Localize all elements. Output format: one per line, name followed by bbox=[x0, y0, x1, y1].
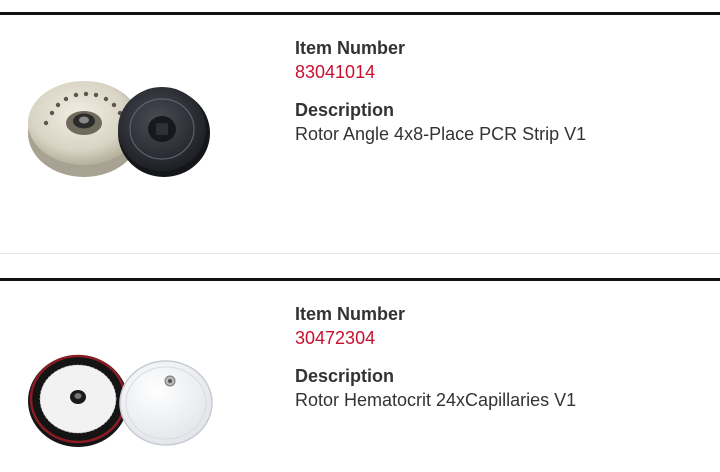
product-info: Item Number 83041014 Description Rotor A… bbox=[295, 36, 695, 146]
rotor-angle-image[interactable] bbox=[22, 65, 222, 185]
rotor-hematocrit-image[interactable] bbox=[22, 339, 222, 459]
product-card: Item Number 83041014 Description Rotor A… bbox=[0, 12, 720, 254]
rotor-angle-icon bbox=[28, 81, 210, 177]
description-label: Description bbox=[295, 366, 395, 386]
item-number-link[interactable]: 83041014 bbox=[295, 60, 695, 84]
description-text: Rotor Angle 4x8-Place PCR Strip V1 bbox=[295, 124, 587, 144]
item-number-link[interactable]: 30472304 bbox=[295, 326, 695, 350]
item-number-label: Item Number bbox=[295, 38, 406, 58]
product-info: Item Number 30472304 Description Rotor H… bbox=[295, 302, 695, 412]
description-label: Description bbox=[295, 100, 395, 120]
product-card: Item Number 30472304 Description Rotor H… bbox=[0, 278, 720, 472]
rotor-hematocrit-icon bbox=[28, 354, 213, 447]
description-text: Rotor Hematocrit 24xCapillaries V1 bbox=[295, 390, 577, 410]
item-number-label: Item Number bbox=[295, 304, 406, 324]
product-list: Item Number 83041014 Description Rotor A… bbox=[0, 0, 720, 472]
